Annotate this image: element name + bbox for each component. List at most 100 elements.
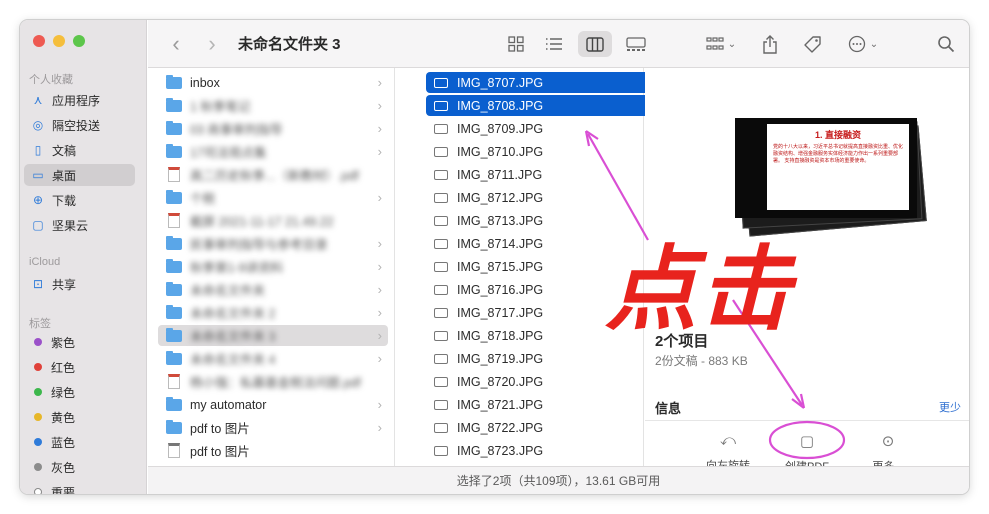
sidebar-tag-red[interactable]: 红色	[24, 356, 135, 378]
list-item[interactable]: 17司法观点集 ›	[158, 141, 388, 162]
list-item[interactable]: 截屏 2021-11-17 21.49.22	[158, 210, 388, 231]
file-name: IMG_8712.JPG	[457, 190, 544, 205]
list-item[interactable]: inbox ›	[158, 72, 388, 93]
list-item[interactable]: 03 商事审判指导 ›	[158, 118, 388, 139]
list-item-label: 未命名文件夹	[190, 284, 266, 298]
file-row[interactable]: IMG_8711.JPG	[426, 164, 652, 185]
sidebar-tag-gray[interactable]: 灰色	[24, 456, 135, 478]
search-button[interactable]	[932, 31, 960, 57]
info-header: 信息	[655, 401, 682, 416]
sidebar-item-documents[interactable]: ▯ 文稿	[24, 139, 135, 161]
file-row[interactable]: IMG_8721.JPG	[426, 394, 652, 415]
finder-window: 个人收藏 ⋏ 应用程序 ◎ 隔空投送 ▯ 文稿 ▭ 桌面 ⊕ 下载 ▢ 坚果云 iCloud…	[20, 20, 969, 494]
back-button[interactable]: ‹	[164, 31, 188, 57]
tag-button[interactable]	[798, 31, 826, 57]
image-file-icon	[434, 215, 448, 226]
search-icon	[938, 36, 955, 53]
gallery-view-icon	[626, 36, 646, 51]
tag-icon	[803, 35, 821, 53]
chevron-right-icon: ›	[377, 190, 382, 205]
list-item-label: 杨小强：私募基金税法问题.pdf	[190, 376, 361, 390]
minimize-window-button[interactable]	[53, 35, 65, 47]
file-row[interactable]: IMG_8722.JPG	[426, 417, 652, 438]
tag-dot-icon	[34, 388, 42, 396]
list-item[interactable]: 杨小强：私募基金税法问题.pdf	[158, 371, 388, 392]
list-item[interactable]: my automator ›	[158, 394, 388, 415]
list-item[interactable]: pdf to 图片 ›	[158, 417, 388, 438]
share-button[interactable]	[756, 31, 784, 57]
list-item-label: 未命名文件夹 3	[190, 330, 276, 344]
file-row[interactable]: IMG_8709.JPG	[426, 118, 652, 139]
file-row[interactable]: IMG_8720.JPG	[426, 371, 652, 392]
sidebar-item-downloads[interactable]: ⊕ 下载	[24, 189, 135, 211]
list-item[interactable]: 未命名文件夹 3 ›	[158, 325, 388, 346]
create-pdf-icon: ▢	[799, 433, 815, 450]
sidebar-item-label: 黄色	[51, 410, 76, 425]
grid-view-icon	[508, 36, 524, 52]
document-icon: ▯	[34, 143, 42, 157]
image-file-icon	[434, 261, 448, 272]
sidebar-item-apps[interactable]: ⋏ 应用程序	[24, 89, 135, 111]
file-name: IMG_8723.JPG	[457, 443, 544, 458]
chevron-right-icon: ›	[377, 259, 382, 274]
file-row[interactable]: IMG_8708.JPG	[426, 95, 652, 116]
list-item[interactable]: 未命名文件夹 ›	[158, 279, 388, 300]
show-less-link[interactable]: 更少	[939, 399, 961, 415]
sidebar-tag-green[interactable]: 绿色	[24, 381, 135, 403]
airdrop-icon: ◎	[32, 118, 44, 132]
list-item-label: 高二历史秋季...（新教材）.pdf	[190, 169, 359, 183]
file-row[interactable]: IMG_8712.JPG	[426, 187, 652, 208]
sidebar-tag-important[interactable]: 重要	[24, 481, 135, 494]
sidebar-tag-blue[interactable]: 蓝色	[24, 431, 135, 453]
list-item-label: 17司法观点集	[190, 146, 267, 160]
list-item[interactable]: 未命名文件夹 4 ›	[158, 348, 388, 369]
close-window-button[interactable]	[33, 35, 45, 47]
gallery-view-button[interactable]	[622, 31, 650, 57]
sidebar-tag-yellow[interactable]: 黄色	[24, 406, 135, 428]
forward-button[interactable]: ›	[200, 31, 224, 57]
file-row[interactable]: IMG_8710.JPG	[426, 141, 652, 162]
sidebar-item-jianguoyun[interactable]: ▢ 坚果云	[24, 214, 135, 236]
list-item-label: pdf to 图片	[190, 445, 250, 459]
folder-icon	[166, 396, 182, 411]
image-file-icon	[434, 238, 448, 249]
folder-icon	[166, 235, 182, 250]
list-item[interactable]: pdf to 图片	[158, 440, 388, 461]
file-name: IMG_8721.JPG	[457, 397, 544, 412]
file-row[interactable]: IMG_8719.JPG	[426, 348, 652, 369]
sidebar-item-desktop[interactable]: ▭ 桌面	[24, 164, 135, 186]
icon-view-button[interactable]	[502, 31, 530, 57]
sidebar-item-airdrop[interactable]: ◎ 隔空投送	[24, 114, 135, 136]
image-file-icon	[434, 192, 448, 203]
image-file-icon	[434, 353, 448, 364]
list-item-label: 个税	[190, 192, 216, 206]
slide-page: 1. 直接融资 党的十八大以来，习近平总书记就提高直接融资比重、优化融资结构、增…	[767, 124, 909, 210]
zoom-window-button[interactable]	[73, 35, 85, 47]
sidebar-item-label: 隔空投送	[52, 118, 101, 133]
list-item-label: my automator	[190, 397, 267, 412]
folder-icon	[166, 419, 182, 434]
list-item[interactable]: 民事审判指导与参考目录 ›	[158, 233, 388, 254]
list-item[interactable]: 未命名文件夹 2 ›	[158, 302, 388, 323]
list-item[interactable]: 1 秋季笔记 ›	[158, 95, 388, 116]
file-name: IMG_8707.JPG	[457, 75, 544, 90]
list-view-button[interactable]	[540, 31, 568, 57]
sidebar-item-label: 红色	[51, 360, 76, 375]
folder-column: inbox › 1 秋季笔记 › 03 商事审判指导 › 17司法观点集 › 高二历史秋季...…	[148, 68, 395, 466]
group-by-button[interactable]: ⌄	[700, 31, 742, 57]
list-item[interactable]: 个税 ›	[158, 187, 388, 208]
toolbar: ‹ › 未命名文件夹 3 ⌄ ⌄	[148, 20, 969, 68]
list-item[interactable]: 秋季第1-9讲资料 ›	[158, 256, 388, 277]
list-item[interactable]: 高二历史秋季...（新教材）.pdf	[158, 164, 388, 185]
tag-dot-icon	[34, 438, 42, 446]
more-actions-button[interactable]: ⌄	[842, 31, 884, 57]
file-row[interactable]: IMG_8723.JPG	[426, 440, 652, 461]
sidebar-item-shared[interactable]: ⊡ 共享	[24, 273, 135, 295]
column-view-button[interactable]	[578, 31, 612, 57]
file-row[interactable]: IMG_8707.JPG	[426, 72, 652, 93]
column-view-icon	[586, 36, 604, 52]
sidebar-tag-purple[interactable]: 紫色	[24, 331, 135, 353]
chevron-down-icon: ⌄	[869, 38, 879, 50]
image-file-icon	[434, 123, 448, 134]
file-name: IMG_8719.JPG	[457, 351, 544, 366]
